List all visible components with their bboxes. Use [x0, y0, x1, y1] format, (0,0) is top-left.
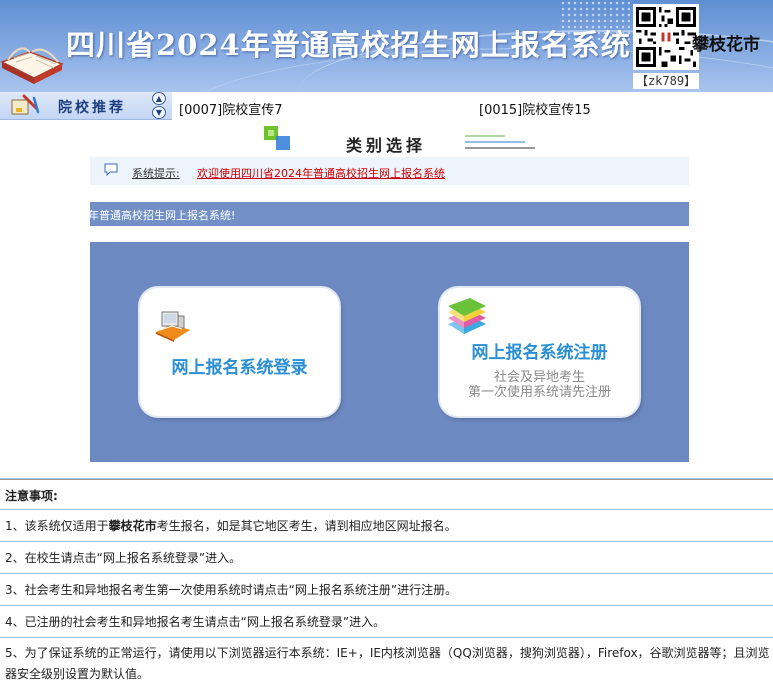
books-icon — [448, 298, 486, 334]
register-button[interactable]: 网上报名系统注册 社会及异地考生 第一次使用系统请先注册 — [440, 288, 639, 416]
recommend-icon — [11, 94, 40, 115]
computer-icon — [156, 311, 190, 342]
login-title: 网上报名系统登录 — [171, 358, 308, 378]
notes-table: 注意事项: 1、该系统仅适用于攀枝花市考生报名，如是其它地区考生，请到相应地区网… — [0, 478, 773, 680]
recommend-link[interactable]: [0007]院校宣传7 — [179, 99, 283, 118]
recommend-link[interactable]: [0015]院校宣传15 — [479, 99, 591, 118]
site-title: 四川省2024年普通高校招生网上报名系统 — [66, 28, 631, 62]
decorative-lines — [465, 135, 535, 149]
cube-icon — [264, 126, 290, 150]
qr-code-icon — [633, 4, 699, 70]
category-title: 类别选择 — [346, 136, 427, 155]
notes-item: 5、为了保证系统的正常运行，请使用以下浏览器运行本系统：IE+，IE内核浏览器（… — [5, 646, 770, 680]
notice-bar: 系统提示: 欢迎使用四川省2024年普通高校招生网上报名系统 — [90, 157, 689, 185]
notes-item: 4、已注册的社会考生和异地报名考生请点击“网上报名系统登录”进入。 — [0, 606, 773, 638]
notice-label: 系统提示: — [132, 167, 180, 180]
notes-item: 3、社会考生和异地报名考生第一次使用系统时请点击“网上报名系统注册”进行注册。 — [0, 574, 773, 606]
entry-panel: 网上报名系统登录 网上报名系统注册 社会及异地考生 第一次使用系统请先注册 — [90, 242, 689, 462]
notes-item: 1、该系统仅适用于攀枝花市考生报名，如是其它地区考生，请到相应地区网址报名。 — [0, 510, 773, 542]
register-subtitle: 社会及异地考生 — [493, 370, 585, 385]
recommend-bar: 院校推荐 ▲ ▼ [0007]院校宣传7 [0015]院校宣传15 — [0, 92, 773, 120]
marquee-text: 年普通高校招生网上报名系统! — [90, 209, 236, 222]
register-subtitle: 第一次使用系统请先注册 — [467, 385, 611, 400]
register-title: 网上报名系统注册 — [471, 343, 608, 363]
notes-item: 2、在校生请点击“网上报名系统登录”进入。 — [0, 542, 773, 574]
notes-item-text: 考生报名，如是其它地区考生，请到相应地区网址报名。 — [156, 519, 457, 533]
qr-code-label: 【zk789】 — [633, 73, 699, 89]
scroll-up-icon[interactable]: ▲ — [152, 92, 166, 105]
notes-item-text: 1、该系统仅适用于 — [5, 519, 109, 533]
city-name: 攀枝花市 — [692, 35, 760, 55]
header-banner: 四川省2024年普通高校招生网上报名系统 【zk789】 攀枝花市 — [0, 0, 773, 92]
speech-bubble-icon — [104, 163, 118, 177]
book-icon — [0, 47, 64, 84]
notes-city: 攀枝花市 — [108, 519, 157, 533]
recommend-label: 院校推荐 — [58, 100, 126, 116]
notes-heading: 注意事项: — [0, 479, 773, 510]
notice-message-link[interactable]: 欢迎使用四川省2024年普通高校招生网上报名系统 — [197, 165, 445, 181]
marquee-bar: 年普通高校招生网上报名系统! — [90, 202, 689, 226]
scroll-down-icon[interactable]: ▼ — [152, 106, 166, 119]
login-button[interactable]: 网上报名系统登录 — [140, 288, 339, 416]
